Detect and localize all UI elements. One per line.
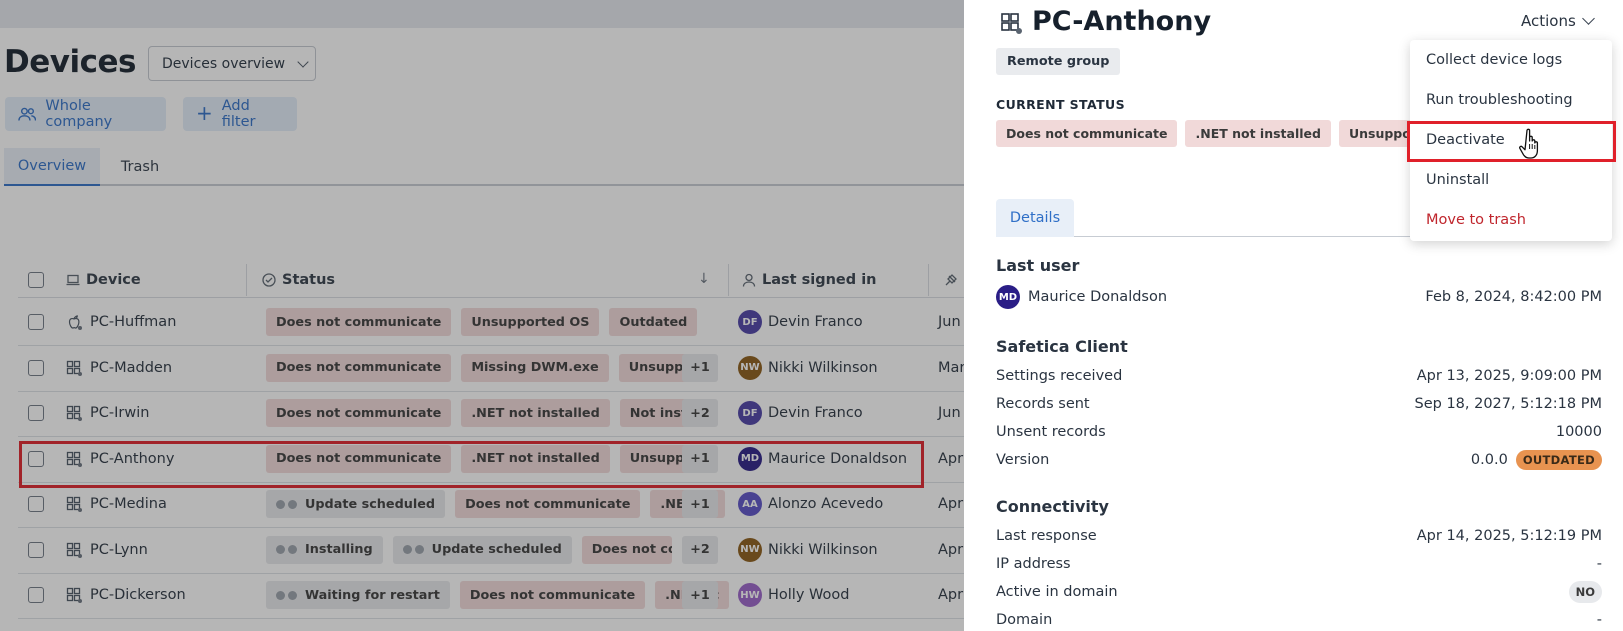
actions-label: Actions <box>1521 12 1576 30</box>
domain-value: - <box>1596 612 1602 628</box>
active-in-domain-value: NO <box>1568 581 1602 603</box>
tab-details[interactable]: Details <box>996 199 1074 237</box>
version-value: 0.0.0 <box>1470 452 1508 468</box>
last-user-heading: Last user <box>996 256 1080 275</box>
modal-backdrop[interactable] <box>0 0 964 631</box>
last-response-value: Apr 14, 2025, 5:12:19 PM <box>1416 528 1602 544</box>
menu-item-move-to-trash[interactable]: Move to trash <box>1410 200 1612 240</box>
chevron-down-icon <box>1581 12 1595 25</box>
records-sent-value: Sep 18, 2027, 5:12:18 PM <box>1414 396 1603 412</box>
avatar: MD <box>996 285 1020 309</box>
domain-label: Domain <box>996 612 1053 628</box>
active-in-domain-row: Active in domain NO <box>996 581 1602 603</box>
unsent-records-label: Unsent records <box>996 424 1106 440</box>
actions-button[interactable]: Actions <box>1521 12 1595 30</box>
last-user-row: MD Maurice Donaldson Feb 8, 2024, 8:42:0… <box>996 285 1602 309</box>
status-badge: .NET not installed <box>1185 120 1331 147</box>
hand-pointer-icon <box>1519 128 1539 159</box>
last-user-date: Feb 8, 2024, 8:42:00 PM <box>1425 289 1602 305</box>
connectivity-heading: Connectivity <box>996 497 1109 516</box>
unsent-records-value: 10000 <box>1555 424 1602 440</box>
menu-item-run-troubleshooting[interactable]: Run troubleshooting <box>1410 80 1612 120</box>
settings-received-row: Settings received Apr 13, 2025, 9:09:00 … <box>996 365 1602 387</box>
active-in-domain-label: Active in domain <box>996 584 1118 600</box>
outdated-tag: OUTDATED <box>1515 450 1602 470</box>
current-status-badges: Does not communicate .NET not installed … <box>996 120 1466 147</box>
group-badge: Remote group <box>996 48 1121 75</box>
version-label: Version <box>996 452 1050 468</box>
last-response-label: Last response <box>996 528 1097 544</box>
unsent-records-row: Unsent records 10000 <box>996 421 1602 443</box>
menu-item-collect-logs[interactable]: Collect device logs <box>1410 40 1612 80</box>
panel-title: PC-Anthony <box>1032 6 1212 37</box>
status-badge: Does not communicate <box>996 120 1178 147</box>
records-sent-label: Records sent <box>996 396 1090 412</box>
windows-device-icon <box>1001 13 1022 34</box>
version-row: Version 0.0.0 OUTDATED <box>996 449 1602 471</box>
ip-address-label: IP address <box>996 556 1071 572</box>
menu-item-uninstall[interactable]: Uninstall <box>1410 160 1612 200</box>
last-user-name[interactable]: Maurice Donaldson <box>1028 289 1167 305</box>
domain-row: Domain - <box>996 609 1602 631</box>
ip-address-value: - <box>1596 556 1602 572</box>
settings-received-label: Settings received <box>996 368 1123 384</box>
safetica-client-heading: Safetica Client <box>996 337 1128 356</box>
current-status-label: CURRENT STATUS <box>996 97 1125 112</box>
last-response-row: Last response Apr 14, 2025, 5:12:19 PM <box>996 525 1602 547</box>
settings-received-value: Apr 13, 2025, 9:09:00 PM <box>1416 368 1602 384</box>
records-sent-row: Records sent Sep 18, 2027, 5:12:18 PM <box>996 393 1602 415</box>
ip-address-row: IP address - <box>996 553 1602 575</box>
deactivate-highlight <box>1407 121 1616 162</box>
devices-main: Devices Devices overview Whole company +… <box>0 0 964 631</box>
